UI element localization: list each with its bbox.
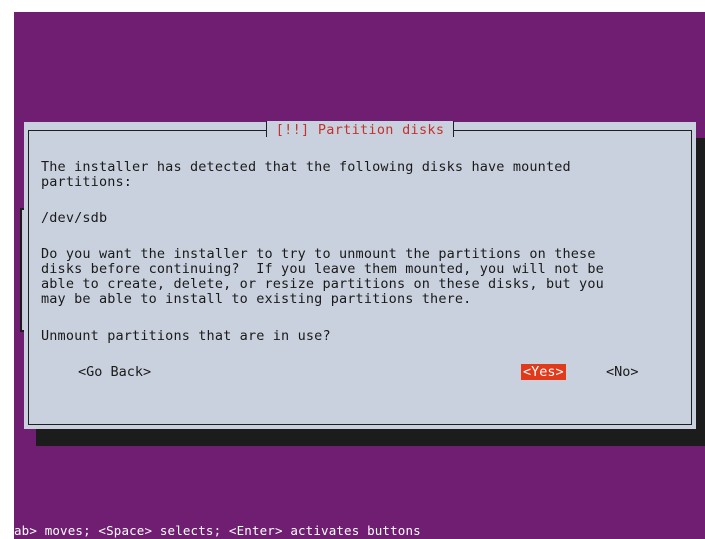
dialog-title: [!!] Partition disks [275, 122, 445, 138]
installer-screen: [!!] Partition disks The installer has d… [14, 12, 705, 539]
dialog-title-wrap: [!!] Partition disks [265, 121, 455, 139]
unmount-prompt: Unmount partitions that are in use? [41, 328, 331, 344]
question-line-4: may be able to install to existing parti… [41, 291, 472, 307]
disk-device: /dev/sdb [41, 210, 108, 226]
intro-line-2: partitions: [41, 174, 133, 190]
question-line-1: Do you want the installer to try to unmo… [41, 246, 596, 262]
keyboard-hint-bar: ab> moves; <Space> selects; <Enter> acti… [14, 523, 421, 538]
partition-disks-dialog: [!!] Partition disks The installer has d… [24, 121, 696, 429]
dialog-title-bar: [!!] Partition disks [24, 121, 696, 139]
question-line-3: able to create, delete, or resize partit… [41, 276, 604, 292]
question-line-2: disks before continuing? If you leave th… [41, 261, 604, 277]
intro-line-1: The installer has detected that the foll… [41, 159, 571, 175]
yes-button[interactable]: <Yes> [521, 364, 566, 380]
no-button[interactable]: <No> [604, 364, 641, 380]
go-back-button[interactable]: <Go Back> [76, 364, 153, 380]
